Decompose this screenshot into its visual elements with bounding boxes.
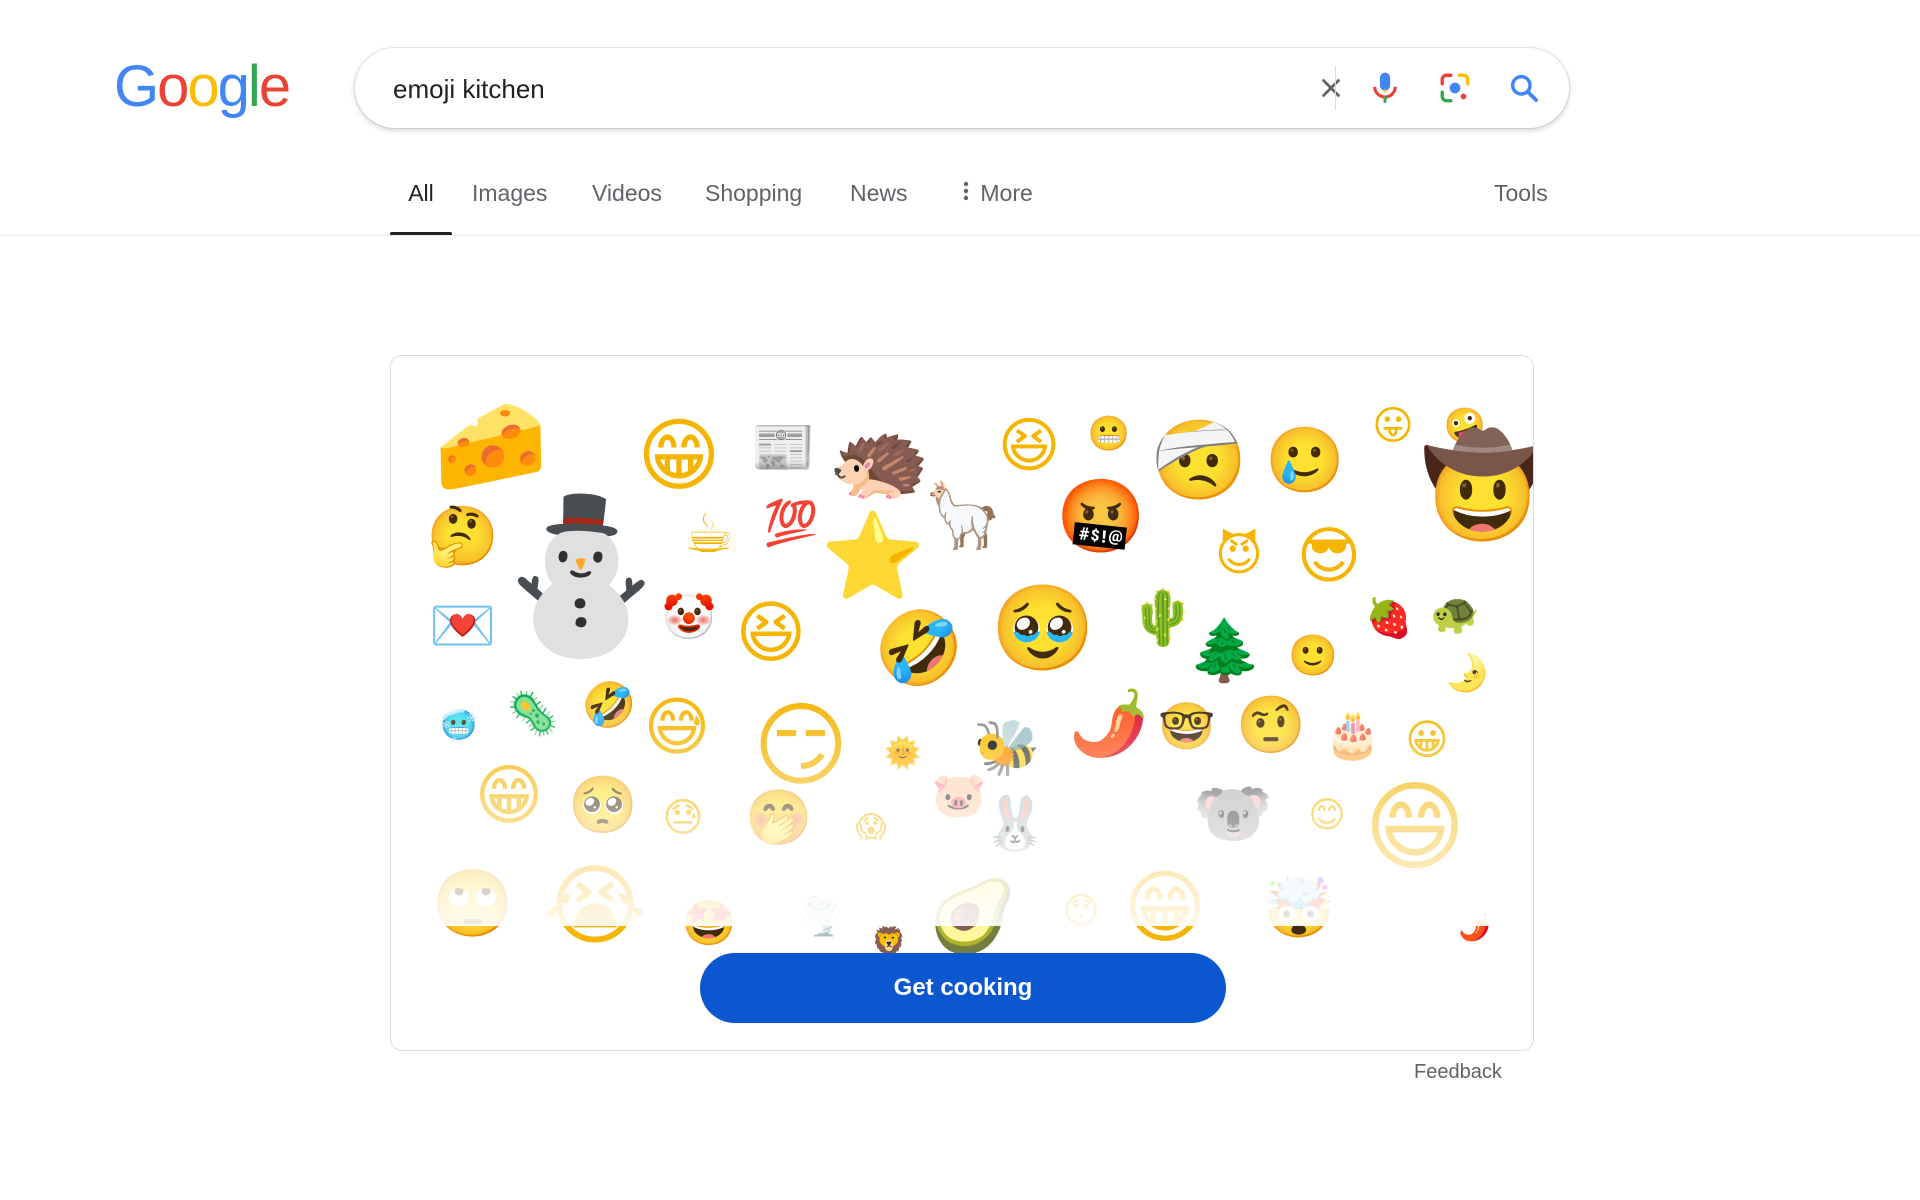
- emoji-sticker[interactable]: 💌: [429, 599, 496, 653]
- emoji-sticker[interactable]: 😁: [637, 416, 720, 496]
- emoji-sticker[interactable]: 🐢: [1430, 594, 1480, 634]
- tab-videos-label: Videos: [592, 180, 662, 206]
- emoji-sticker[interactable]: ⭐: [821, 514, 926, 598]
- microphone-icon[interactable]: [1361, 64, 1409, 112]
- logo-letter: l: [247, 54, 261, 119]
- emoji-sticker[interactable]: 🌶️: [1459, 915, 1491, 941]
- emoji-sticker[interactable]: 🤨: [1236, 698, 1306, 754]
- emoji-sticker[interactable]: 🐰: [983, 798, 1048, 850]
- emoji-sticker[interactable]: 🐝: [973, 721, 1040, 775]
- emoji-sticker[interactable]: 😁: [475, 763, 544, 829]
- tab-more-label: More: [980, 180, 1033, 206]
- feedback-link[interactable]: Feedback: [1414, 1061, 1502, 1084]
- tab-images-label: Images: [472, 180, 548, 206]
- emoji-sticker[interactable]: 🙂: [1288, 636, 1338, 676]
- emoji-sticker[interactable]: 📰: [751, 422, 816, 474]
- emoji-sticker[interactable]: 🍓: [1365, 599, 1412, 637]
- tab-more[interactable]: More: [958, 180, 1033, 236]
- emoji-sticker[interactable]: 😆: [736, 600, 807, 668]
- tab-all-label: All: [408, 180, 434, 206]
- tab-images[interactable]: Images: [472, 180, 547, 236]
- emoji-sticker[interactable]: 🥹: [991, 586, 1096, 670]
- tab-news-label: News: [850, 180, 908, 206]
- emoji-sticker[interactable]: 🤠: [1421, 436, 1533, 536]
- header-divider: [0, 235, 1920, 236]
- emoji-sticker[interactable]: 🤯: [1263, 879, 1335, 937]
- emoji-sticker[interactable]: ☕: [684, 506, 734, 562]
- emoji-sticker[interactable]: 😬: [1088, 417, 1130, 451]
- emoji-sticker[interactable]: 🐨: [1193, 782, 1273, 846]
- google-logo[interactable]: Google: [114, 54, 291, 119]
- emoji-sticker[interactable]: 🥺: [568, 778, 638, 834]
- emoji-sticker[interactable]: 😄: [1364, 779, 1466, 877]
- emoji-sticker[interactable]: 🤣: [874, 612, 964, 684]
- emoji-sticker[interactable]: 🦔: [828, 420, 930, 502]
- emoji-sticker[interactable]: 🦠: [507, 693, 559, 735]
- emoji-sticker[interactable]: 🧀: [434, 400, 549, 492]
- emoji-sticker[interactable]: 😱: [855, 813, 886, 843]
- emoji-sticker[interactable]: 😁: [1123, 868, 1206, 948]
- logo-letter: g: [217, 54, 250, 119]
- emoji-sticker[interactable]: 😭: [544, 862, 647, 950]
- logo-letter: o: [157, 54, 189, 119]
- tab-videos[interactable]: Videos: [592, 180, 662, 236]
- search-input[interactable]: [391, 70, 1215, 108]
- emoji-sticker[interactable]: 😈: [1215, 531, 1263, 577]
- emoji-sticker[interactable]: 🐷: [932, 774, 987, 818]
- emoji-sticker[interactable]: 🌲: [1188, 621, 1263, 681]
- emoji-sticker[interactable]: 🤣: [582, 684, 637, 728]
- emoji-collage: 🧀 😁 📰 🦔 😆 😬 🤕 🥲 😛 🤪 🤠 🤔 ⛄ ☕ 💯 ⭐ 🦙 🤬 😈 😎 💌 🤡 😆 🤣 🥹 🌵 🌲 🙂 🍓 🐢 🌛 🥶 🦠 🤣 😅 😏 🌞 🐝 🌶️…: [391, 356, 1533, 956]
- emoji-sticker[interactable]: 🤡: [662, 596, 717, 640]
- emoji-sticker[interactable]: 💯: [764, 502, 819, 546]
- emoji-sticker[interactable]: 😯: [1062, 894, 1100, 930]
- emoji-sticker[interactable]: 😎: [1297, 525, 1362, 587]
- emoji-sticker[interactable]: 😏: [753, 700, 849, 792]
- emoji-sticker[interactable]: 🌶️: [1069, 692, 1149, 756]
- emoji-sticker[interactable]: 😓: [662, 798, 704, 838]
- emoji-sticker[interactable]: 🤓: [1158, 703, 1215, 749]
- emoji-sticker[interactable]: 🥲: [1265, 429, 1345, 493]
- google-lens-icon[interactable]: [1431, 64, 1479, 112]
- search-results-page: Google emoji kitchen All Images Videos S…: [0, 0, 1920, 1200]
- tab-all[interactable]: All: [390, 180, 452, 236]
- emoji-sticker[interactable]: 🌛: [1445, 656, 1490, 692]
- emoji-sticker[interactable]: 🤩: [682, 902, 737, 946]
- emoji-sticker[interactable]: 😅: [644, 696, 711, 760]
- clear-icon[interactable]: [1307, 64, 1355, 112]
- logo-letter: o: [187, 54, 219, 119]
- logo-letter: e: [258, 54, 291, 119]
- more-vert-icon: [958, 180, 974, 208]
- search-box[interactable]: [355, 48, 1569, 128]
- emoji-sticker[interactable]: 🙄: [432, 871, 514, 937]
- emoji-sticker[interactable]: 🤭: [745, 791, 812, 845]
- tab-shopping-label: Shopping: [705, 180, 803, 206]
- emoji-sticker[interactable]: 🌞: [884, 739, 921, 769]
- emoji-sticker[interactable]: 🤕: [1150, 422, 1247, 500]
- emoji-sticker[interactable]: 😊: [1308, 798, 1346, 834]
- emoji-sticker[interactable]: 🌵: [1129, 591, 1196, 645]
- search-box-divider: [1335, 66, 1336, 110]
- emoji-sticker[interactable]: 🥑: [929, 881, 1016, 951]
- tools-button[interactable]: Tools: [1494, 180, 1548, 207]
- tab-shopping[interactable]: Shopping: [705, 180, 802, 236]
- emoji-sticker[interactable]: ⛄: [488, 501, 675, 651]
- get-cooking-button[interactable]: Get cooking: [700, 953, 1226, 1023]
- emoji-sticker[interactable]: 🥶: [440, 711, 477, 741]
- emoji-sticker[interactable]: 🦁: [872, 928, 907, 956]
- emoji-sticker[interactable]: 😆: [998, 416, 1061, 476]
- emoji-sticker[interactable]: 🦙: [923, 484, 1003, 548]
- emoji-sticker[interactable]: 😀: [1405, 719, 1449, 761]
- emoji-sticker[interactable]: 🤬: [1056, 480, 1146, 552]
- emoji-sticker[interactable]: 😛: [1372, 406, 1414, 446]
- logo-letter: G: [114, 54, 159, 119]
- emoji-kitchen-card[interactable]: 🧀 😁 📰 🦔 😆 😬 🤕 🥲 😛 🤪 🤠 🤔 ⛄ ☕ 💯 ⭐ 🦙 🤬 😈 😎 💌 🤡 😆 🤣 🥹 🌵 🌲 🙂 🍓 🐢 🌛 🥶 🦠 🤣 😅 😏 🌞 🐝 🌶️…: [390, 355, 1534, 1051]
- tab-news[interactable]: News: [850, 180, 908, 236]
- search-icon[interactable]: [1500, 64, 1548, 112]
- emoji-sticker[interactable]: 🌪️: [799, 900, 844, 936]
- emoji-sticker[interactable]: 🎂: [1324, 711, 1381, 757]
